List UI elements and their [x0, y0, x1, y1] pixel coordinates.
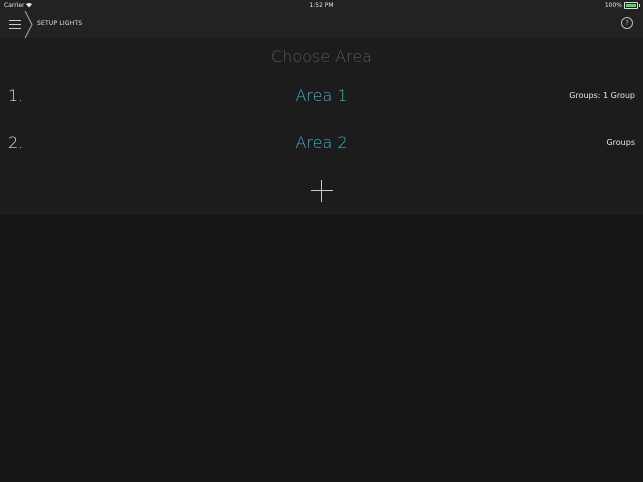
plus-icon[interactable]	[311, 180, 333, 202]
area-row-2[interactable]: 2. Area 2 Groups	[0, 121, 643, 169]
breadcrumb-chevron-icon	[24, 11, 33, 38]
area-name: Area 1	[295, 86, 348, 105]
battery-percent: 100%	[604, 2, 622, 9]
area-panel: Choose Area 1. Area 1 Groups: 1 Group 2.…	[0, 38, 643, 215]
battery-icon	[624, 2, 638, 9]
navigation-bar: SETUP LIGHTS ?	[0, 11, 643, 38]
page-title: Choose Area	[271, 47, 372, 66]
area-row-1[interactable]: 1. Area 1 Groups: 1 Group	[0, 74, 643, 122]
nav-title: SETUP LIGHTS	[37, 20, 83, 27]
area-name: Area 2	[295, 133, 348, 152]
clock: 1:52 PM	[309, 2, 334, 9]
hamburger-menu-icon[interactable]	[8, 17, 22, 31]
area-groups: Groups	[606, 138, 635, 147]
help-icon[interactable]: ?	[621, 17, 633, 29]
area-groups: Groups: 1 Group	[569, 91, 635, 100]
battery-tip	[639, 4, 640, 7]
status-bar: Carrier 1:52 PM 100%	[0, 0, 643, 11]
